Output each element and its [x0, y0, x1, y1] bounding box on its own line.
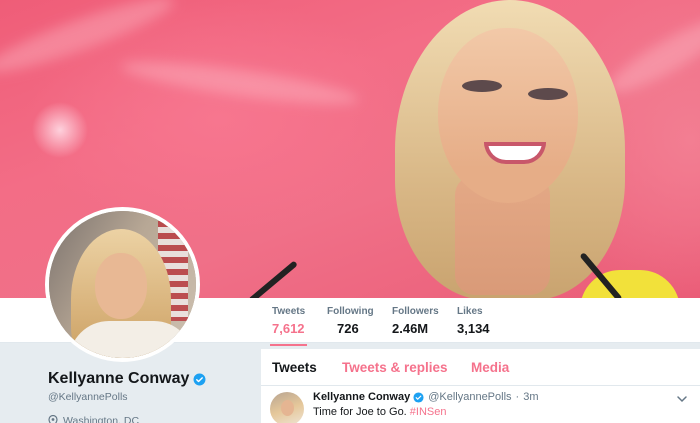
tweet-item[interactable]: Kellyanne Conway @KellyannePolls · 3m Ti… — [261, 387, 700, 423]
tweet-separator: · — [515, 391, 520, 403]
tweet-author-name[interactable]: Kellyanne Conway — [313, 391, 410, 403]
tweet-avatar[interactable] — [270, 392, 304, 423]
stat-label: Tweets — [272, 306, 306, 317]
chevron-down-icon[interactable] — [676, 393, 688, 405]
stat-value: 2.46M — [392, 321, 429, 336]
profile-name-row: Kellyanne Conway — [48, 370, 206, 388]
profile-location: Washington, DC — [48, 415, 139, 423]
timeline-tabs: Tweets Tweets & replies Media — [261, 349, 700, 386]
verified-badge-icon — [413, 391, 424, 403]
tweet-timestamp[interactable]: 3m — [523, 391, 538, 403]
stat-value: 3,134 — [457, 321, 490, 336]
stat-following[interactable]: Following 726 — [327, 306, 374, 336]
timeline: Tweets Tweets & replies Media Kellyanne … — [261, 349, 700, 423]
tweet-text: Time for Joe to Go. #INSen — [313, 406, 447, 418]
stat-label: Following — [327, 306, 374, 317]
stat-label: Likes — [457, 306, 483, 317]
tweet-header: Kellyanne Conway @KellyannePolls · 3m — [313, 391, 538, 403]
location-pin-icon — [48, 415, 58, 423]
stat-label: Followers — [392, 306, 439, 317]
verified-badge-icon — [193, 373, 206, 385]
profile-avatar[interactable] — [45, 207, 200, 362]
tab-tweets-replies[interactable]: Tweets & replies — [342, 360, 448, 375]
stat-value: 7,612 — [272, 321, 305, 336]
stat-likes[interactable]: Likes 3,134 — [457, 306, 490, 336]
profile-name[interactable]: Kellyanne Conway — [48, 370, 189, 388]
location-text: Washington, DC — [63, 415, 140, 423]
tab-tweets[interactable]: Tweets — [272, 360, 317, 375]
tweet-author-handle[interactable]: @KellyannePolls — [428, 391, 511, 403]
stat-value: 726 — [337, 321, 359, 336]
stat-followers[interactable]: Followers 2.46M — [392, 306, 439, 336]
tab-media[interactable]: Media — [471, 360, 509, 375]
stat-tweets[interactable]: Tweets 7,612 — [269, 306, 308, 346]
tweet-text-body: Time for Joe to Go. — [313, 406, 410, 418]
profile-handle[interactable]: @KellyannePolls — [48, 391, 128, 403]
tweet-hashtag[interactable]: #INSen — [410, 406, 447, 418]
